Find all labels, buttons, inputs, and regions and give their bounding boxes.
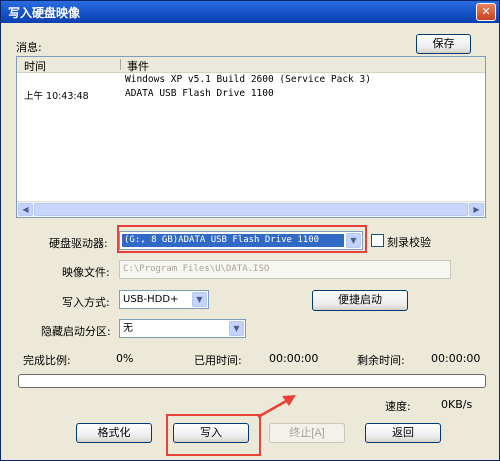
write-mode-value: USB-HDD+ [123,294,179,305]
complete-value: 0% [116,352,134,365]
hidden-partition-select[interactable]: 无 ▼ [119,319,246,338]
message-list[interactable]: 时间 事件 Windows XP v5.1 Build 2600 (Servic… [16,56,486,218]
hidden-partition-value: 无 [123,323,133,334]
message-row-event: Windows XP v5.1 Build 2600 (Service Pack… [125,74,371,85]
scroll-left-icon[interactable]: ◀ [18,203,33,216]
messages-label: 消息: [16,41,42,54]
elapsed-value: 00:00:00 [269,352,319,365]
speed-value: 0KB/s [441,398,473,411]
remaining-label: 剩余时间: [357,354,405,367]
write-mode-label: 写入方式: [62,296,110,309]
message-row-time: 上午 10:43:48 [24,91,89,102]
chevron-down-icon[interactable]: ▼ [192,292,207,307]
arrow-icon [257,395,296,419]
scroll-thumb[interactable] [34,203,468,216]
drive-highlight-box [117,225,367,253]
horizontal-scrollbar[interactable]: ◀ ▶ [17,201,485,217]
verify-checkbox[interactable] [371,234,384,247]
hidden-partition-label: 隐藏启动分区: [41,325,111,338]
verify-label: 刻录校验 [387,236,431,249]
column-header-time[interactable]: 时间 [24,58,46,74]
scroll-right-icon[interactable]: ▶ [469,203,484,216]
window-title: 写入硬盘映像 [8,6,81,20]
image-file-field[interactable]: C:\Program Files\U\DATA.ISO [119,260,451,279]
write-highlight-box [166,414,261,456]
message-list-header: 时间 事件 [17,57,485,73]
back-button[interactable]: 返回 [365,423,441,443]
write-mode-select[interactable]: USB-HDD+ ▼ [119,290,209,309]
drive-label: 硬盘驱动器: [49,237,108,250]
elapsed-label: 已用时间: [194,354,242,367]
format-button[interactable]: 格式化 [76,423,152,443]
easy-boot-button[interactable]: 便捷启动 [312,290,408,311]
save-button[interactable]: 保存 [416,34,471,54]
write-disk-image-window: 写入硬盘映像 ✕ 消息: 保存 时间 事件 Windows XP v5.1 Bu… [0,0,500,461]
stop-button[interactable]: 终止[A] [269,423,345,443]
speed-label: 速度: [385,400,411,413]
close-icon[interactable]: ✕ [476,3,496,21]
complete-label: 完成比例: [23,354,71,367]
remaining-value: 00:00:00 [431,352,481,365]
column-header-event[interactable]: 事件 [127,58,149,74]
message-row-event: ADATA USB Flash Drive 1100 [125,88,274,99]
chevron-down-icon[interactable]: ▼ [229,321,244,336]
write-progress-bar [18,374,486,388]
image-file-label: 映像文件: [62,266,110,279]
title-bar[interactable]: 写入硬盘映像 ✕ [1,1,499,23]
